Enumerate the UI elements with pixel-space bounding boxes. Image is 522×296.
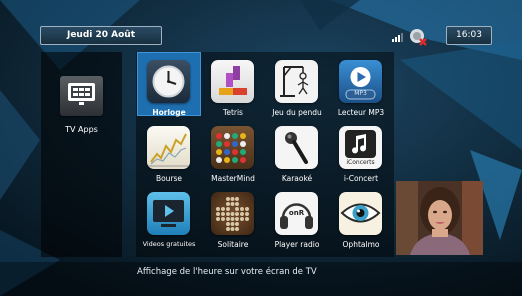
iconcerts-text: iConcerts [346,159,375,166]
app-label: MasterMind [211,174,255,183]
app-tile-jeu-du-pendu[interactable]: Jeu du pendu [265,52,329,117]
app-label: Tetris [223,108,243,117]
onr-text: onR [288,209,305,217]
app-tile-lecteur-mp3[interactable]: MP3 Lecteur MP3 [329,52,393,117]
app-label: Horloge [152,108,186,117]
live-tv-preview[interactable] [396,181,483,255]
solitaire-board-icon [211,192,254,235]
tv-apps-grid-icon[interactable] [60,76,103,116]
app-label: Player radio [274,240,320,249]
clock-display: 16:03 [446,26,492,45]
eye-icon [339,192,382,235]
app-tile-ophtalmo[interactable]: Ophtalmo [329,184,393,249]
clock-icon [147,60,190,103]
signal-strength-icon [392,33,403,42]
app-label: Ophtalmo [342,240,380,249]
recording-status-icon [410,29,427,46]
app-tile-player-radio[interactable]: onR Player radio [265,184,329,249]
date-display: Jeudi 20 Août [40,26,162,45]
app-tile-i-concert[interactable]: iConcerts i-Concert [329,118,393,183]
app-label: Videos gratuites [142,240,196,248]
video-play-icon [147,192,190,235]
app-tile-mastermind[interactable]: MasterMind [201,118,265,183]
app-label: Jeu du pendu [272,108,322,117]
radio-headphones-icon: onR [275,192,318,235]
app-label: Solitaire [217,240,249,249]
tv-screen: Jeudi 20 Août 16:03 TV Apps Horloge Tetr… [0,0,522,296]
app-label: i-Concert [343,174,379,183]
app-tile-solitaire[interactable]: Solitaire [201,184,265,249]
hangman-icon [275,60,318,103]
app-description: Affichage de l'heure sur votre écran de … [137,267,317,277]
stock-chart-icon [147,126,190,169]
app-tile-karaoke[interactable]: Karaoké [265,118,329,183]
mastermind-board-icon [211,126,254,169]
app-label: Lecteur MP3 [337,108,385,117]
app-label: Karaoké [281,174,313,183]
app-tile-bourse[interactable]: Bourse [137,118,201,183]
app-tile-tetris[interactable]: Tetris [201,52,265,117]
sidebar-label[interactable]: TV Apps [41,125,122,134]
mp3-label: MP3 [354,90,367,97]
app-tile-videos-gratuites[interactable]: Videos gratuites [137,184,201,248]
mp3-player-icon: MP3 [339,60,382,103]
microphone-icon [275,126,318,169]
iconcerts-icon: iConcerts [339,126,382,169]
app-label: Bourse [155,174,183,183]
tetris-blocks-icon [211,60,254,103]
app-tile-horloge[interactable]: Horloge [137,52,201,117]
